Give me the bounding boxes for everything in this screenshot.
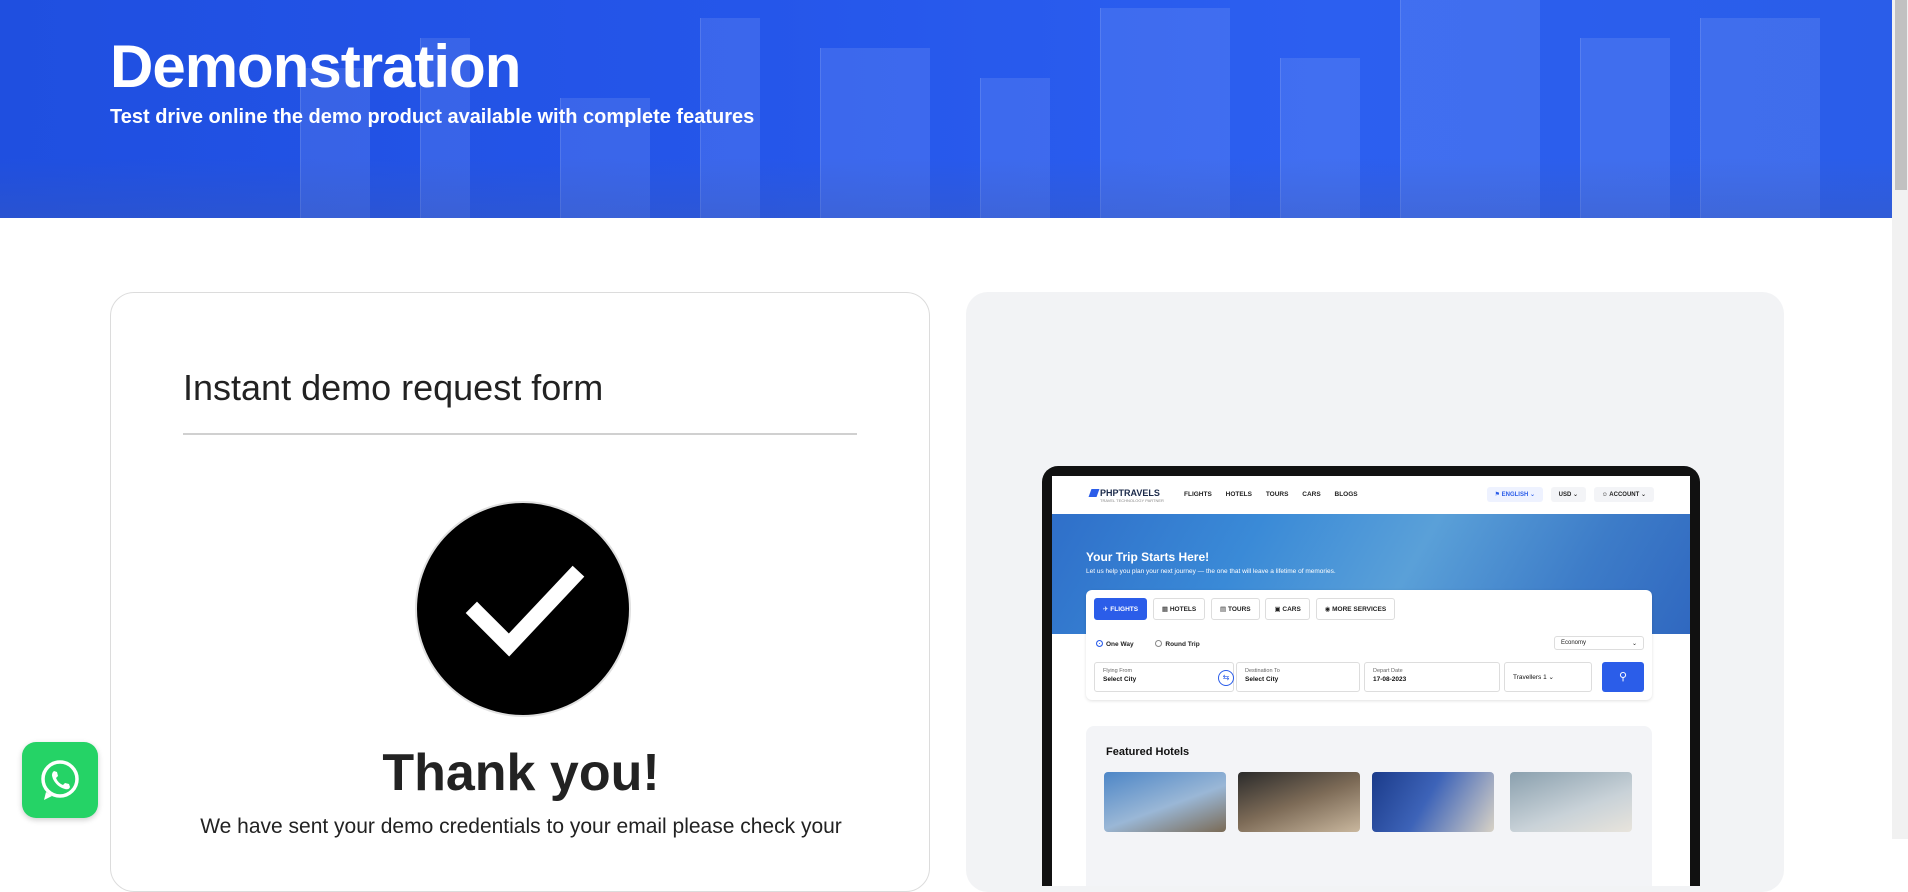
preview-language: ⚑ ENGLISH ⌄ [1486, 487, 1543, 502]
preview-hero-title: Your Trip Starts Here! [1086, 550, 1210, 564]
hero-banner: Demonstration Test drive online the demo… [0, 0, 1892, 218]
preview-featured-hotels: Featured Hotels [1086, 726, 1652, 886]
preview-nav-right: ⚑ ENGLISH ⌄ USD ⌄ ☺ ACCOUNT ⌄ [1481, 487, 1654, 502]
preview-hero-subtitle: Let us help you plan your next journey —… [1086, 568, 1336, 575]
preview-trip-type: One Way Round Trip [1096, 640, 1220, 648]
preview-menu-hotels: HOTELS [1225, 491, 1252, 498]
preview-to-field: Destination To Select City [1236, 662, 1360, 692]
preview-tab-flights: ✈ FLIGHTS [1094, 598, 1148, 620]
scrollbar[interactable] [1892, 0, 1908, 839]
preview-tab-more: ◉ MORE SERVICES [1315, 598, 1396, 620]
form-heading: Instant demo request form [183, 367, 604, 408]
confirmation-message: We have sent your demo credentials to yo… [200, 815, 842, 838]
preview-logo: PHPTRAVELS TRAVEL TECHNOLOGY PARTNER [1088, 488, 1164, 503]
preview-menu-cars: CARS [1302, 491, 1321, 498]
preview-tab-tours: ▤ TOURS [1211, 598, 1260, 620]
preview-menu-flights: FLIGHTS [1184, 491, 1212, 498]
preview-currency: USD ⌄ [1550, 487, 1587, 502]
page-subtitle: Test drive online the demo product avail… [110, 106, 755, 128]
hotel-thumbnail [1238, 772, 1360, 832]
search-icon: ⚲ [1602, 662, 1644, 692]
preview-date-field: Depart Date 17-08-2023 [1364, 662, 1500, 692]
preview-menu-tours: TOURS [1265, 491, 1289, 498]
divider [183, 433, 857, 435]
hotel-thumbnail [1372, 772, 1494, 832]
preview-menu: FLIGHTS HOTELS TOURS CARS BLOGS [1184, 491, 1370, 498]
product-preview-card: PHPTRAVELS TRAVEL TECHNOLOGY PARTNER FLI… [966, 292, 1784, 892]
preview-tabs: ✈ FLIGHTS ▦ HOTELS ▤ TOURS ▣ CARS ◉ MORE… [1094, 598, 1399, 620]
preview-tab-hotels: ▦ HOTELS [1152, 598, 1206, 620]
scrollbar-thumb[interactable] [1895, 0, 1907, 190]
laptop-screen: PHPTRAVELS TRAVEL TECHNOLOGY PARTNER FLI… [1052, 476, 1690, 886]
preview-search-panel: ✈ FLIGHTS ▦ HOTELS ▤ TOURS ▣ CARS ◉ MORE… [1086, 590, 1652, 700]
whatsapp-button[interactable] [22, 742, 98, 818]
hotel-thumbnail [1104, 772, 1226, 832]
hotel-thumbnail [1510, 772, 1632, 832]
whatsapp-icon [41, 760, 79, 800]
logo-icon [1088, 489, 1100, 497]
laptop-mockup: PHPTRAVELS TRAVEL TECHNOLOGY PARTNER FLI… [1042, 466, 1700, 886]
preview-from-field: Flying From Select City [1094, 662, 1234, 692]
preview-travellers-field: Travellers 1 ⌄ [1504, 662, 1592, 692]
demo-request-card: Instant demo request form Thank you! We … [110, 292, 930, 892]
preview-cabin-class: Economy ⌄ [1554, 636, 1644, 650]
preview-navbar: PHPTRAVELS TRAVEL TECHNOLOGY PARTNER FLI… [1052, 476, 1690, 514]
preview-account: ☺ ACCOUNT ⌄ [1593, 487, 1654, 502]
preview-featured-title: Featured Hotels [1106, 746, 1190, 758]
preview-menu-blogs: BLOGS [1334, 491, 1358, 498]
page-title: Demonstration [110, 33, 521, 100]
swap-icon: ⇆ [1218, 670, 1234, 686]
preview-tab-cars: ▣ CARS [1265, 598, 1310, 620]
thank-you-heading: Thank you! [382, 744, 660, 802]
checkmark-icon [415, 501, 631, 717]
